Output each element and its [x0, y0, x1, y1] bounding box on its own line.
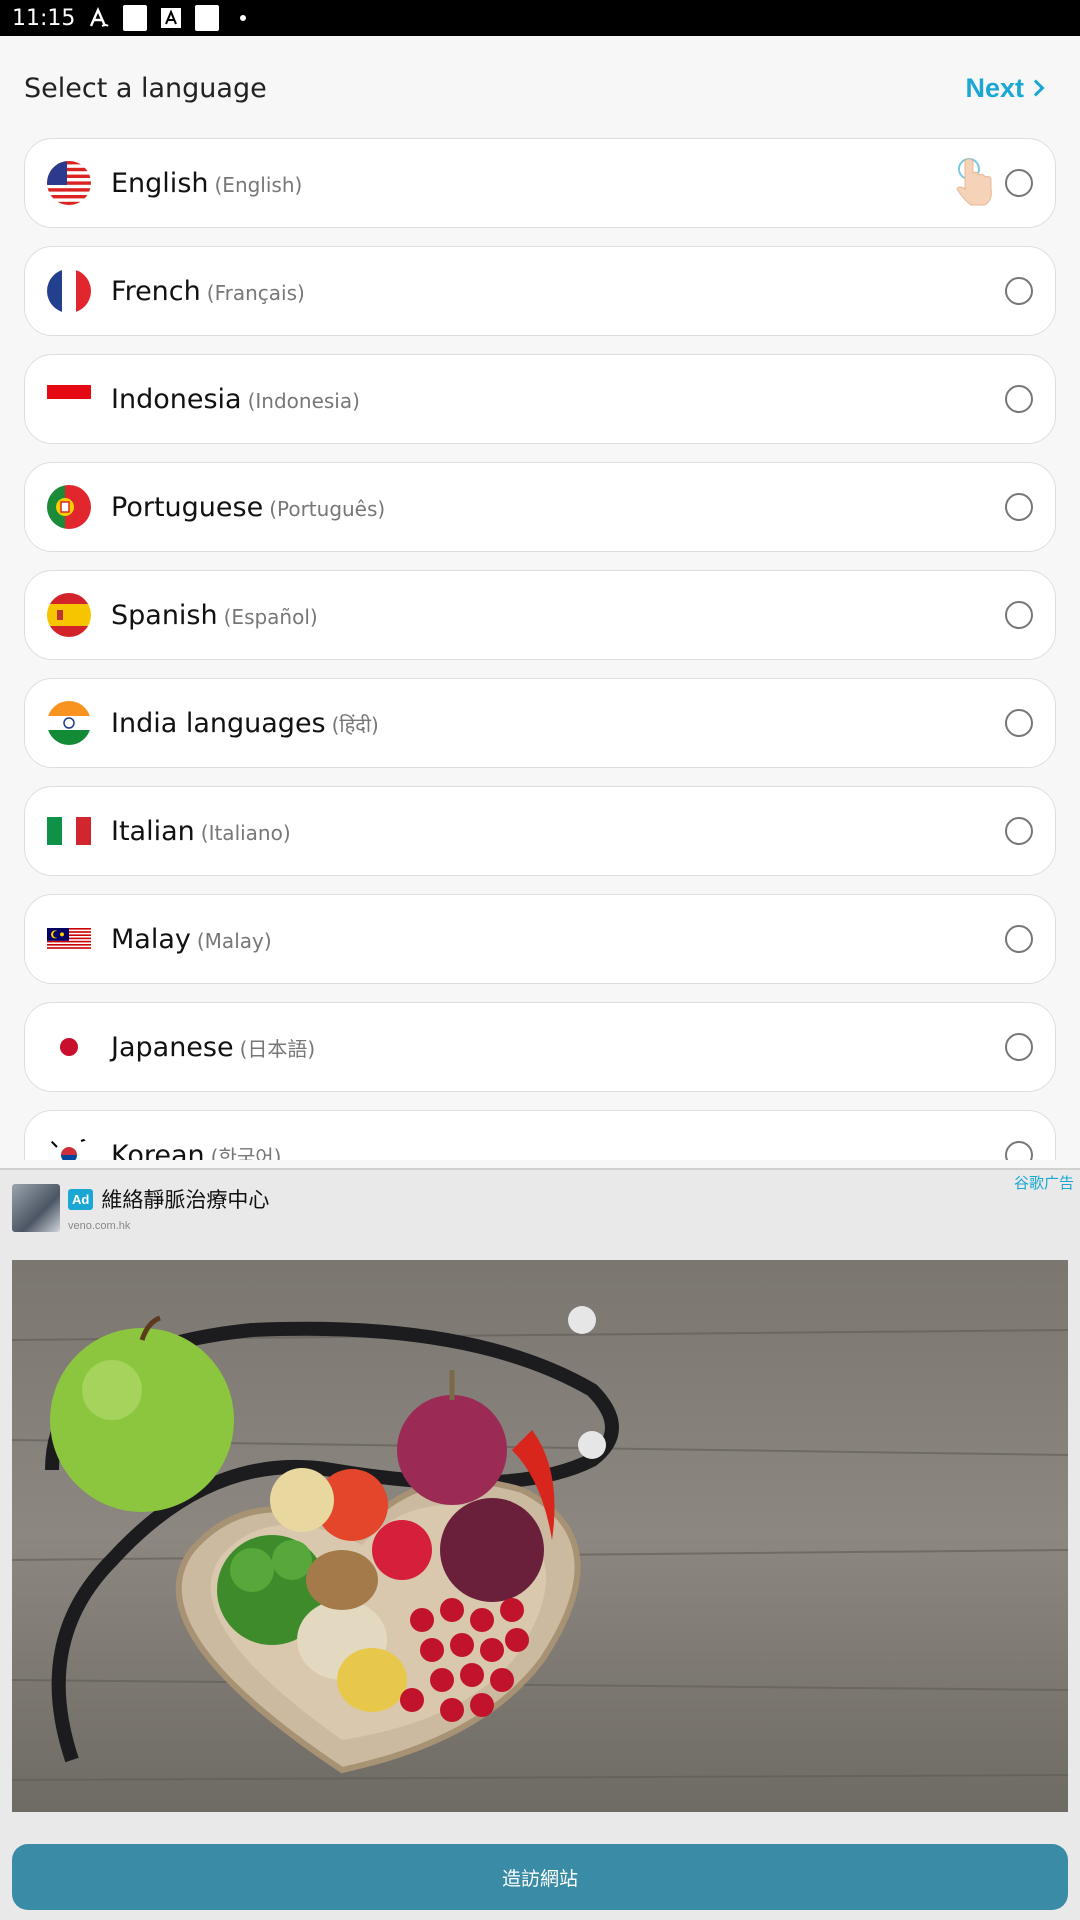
- language-name: Portuguese: [111, 491, 264, 523]
- text-icon: [159, 6, 183, 30]
- language-native-name: (हिंदी): [331, 712, 379, 737]
- language-radio[interactable]: [1005, 1141, 1033, 1160]
- language-item-italian[interactable]: Italian (Italiano): [24, 786, 1056, 876]
- language-name: French: [111, 275, 201, 307]
- language-name: India languages: [111, 707, 326, 739]
- language-item-portuguese[interactable]: Portuguese (Português): [24, 462, 1056, 552]
- language-native-name: (English): [214, 172, 303, 197]
- font-icon: [87, 6, 111, 30]
- ad-badge: Ad: [68, 1188, 94, 1210]
- ad-avatar: [12, 1184, 60, 1232]
- language-native-name: (Malay): [196, 928, 272, 953]
- language-radio[interactable]: [1005, 817, 1033, 845]
- language-native-name: (日本語): [239, 1036, 316, 1061]
- language-native-name: (Español): [223, 604, 318, 629]
- ad-header[interactable]: Ad 維絡靜脈治療中心 veno.com.hk: [12, 1184, 269, 1232]
- language-radio[interactable]: [1005, 169, 1033, 197]
- language-radio[interactable]: [1005, 493, 1033, 521]
- language-item-english[interactable]: English (English): [24, 138, 1056, 228]
- language-name: Indonesia: [111, 383, 242, 415]
- language-native-name: (한국어): [210, 1144, 282, 1161]
- ad-title[interactable]: 維絡靜脈治療中心: [101, 1184, 269, 1214]
- kr-flag-icon: [47, 1133, 91, 1160]
- fr-flag-icon: [47, 269, 91, 313]
- language-radio[interactable]: [1005, 601, 1033, 629]
- next-label: Next: [965, 72, 1024, 103]
- language-radio[interactable]: [1005, 385, 1033, 413]
- language-item-india[interactable]: India languages (हिंदी): [24, 678, 1056, 768]
- page-header: Select a language Next: [0, 36, 1080, 140]
- language-name: Korean: [111, 1139, 205, 1161]
- notification-icon: [123, 5, 148, 31]
- status-time: 11:15: [12, 5, 76, 31]
- next-button[interactable]: Next: [965, 73, 1056, 104]
- ad-image[interactable]: [12, 1260, 1068, 1812]
- ad-network-label[interactable]: 谷歌广告: [1014, 1172, 1074, 1193]
- language-item-indonesia[interactable]: Indonesia (Indonesia): [24, 354, 1056, 444]
- language-item-japanese[interactable]: Japanese (日本語): [24, 1002, 1056, 1092]
- language-native-name: (Français): [206, 280, 305, 305]
- status-bar: 11:15: [0, 0, 1080, 36]
- language-name: Italian: [111, 815, 195, 847]
- ad-url: veno.com.hk: [68, 1220, 131, 1232]
- notification-icon: [195, 5, 220, 31]
- in-flag-icon: [47, 701, 91, 745]
- pt-flag-icon: [47, 485, 91, 529]
- language-radio[interactable]: [1005, 1033, 1033, 1061]
- tap-hint-icon: [955, 157, 995, 207]
- language-list[interactable]: English (English) French (Français) Indone…: [24, 138, 1056, 1160]
- ad-banner[interactable]: 谷歌广告 Ad 維絡靜脈治療中心 veno.com.hk 造訪網站: [0, 1168, 1080, 1920]
- id-flag-icon: [47, 385, 91, 413]
- language-name: Malay: [111, 923, 191, 955]
- visit-website-button[interactable]: 造訪網站: [12, 1844, 1068, 1910]
- language-native-name: (Italiano): [200, 820, 291, 845]
- es-flag-icon: [47, 593, 91, 637]
- language-item-french[interactable]: French (Français): [24, 246, 1056, 336]
- language-item-malay[interactable]: Malay (Malay): [24, 894, 1056, 984]
- chevron-right-icon: [1027, 79, 1045, 97]
- us-flag-icon: [47, 161, 91, 205]
- my-flag-icon: [47, 925, 91, 953]
- language-native-name: (Indonesia): [247, 388, 360, 413]
- it-flag-icon: [47, 817, 91, 845]
- language-item-korean[interactable]: Korean (한국어): [24, 1110, 1056, 1160]
- language-name: Japanese: [111, 1031, 234, 1063]
- language-radio[interactable]: [1005, 925, 1033, 953]
- language-native-name: (Português): [269, 496, 386, 521]
- more-notifications-icon: [231, 6, 255, 30]
- language-name: English: [111, 167, 209, 199]
- language-radio[interactable]: [1005, 277, 1033, 305]
- language-item-spanish[interactable]: Spanish (Español): [24, 570, 1056, 660]
- language-radio[interactable]: [1005, 709, 1033, 737]
- page-title: Select a language: [24, 72, 267, 104]
- language-name: Spanish: [111, 599, 218, 631]
- jp-flag-icon: [47, 1025, 91, 1069]
